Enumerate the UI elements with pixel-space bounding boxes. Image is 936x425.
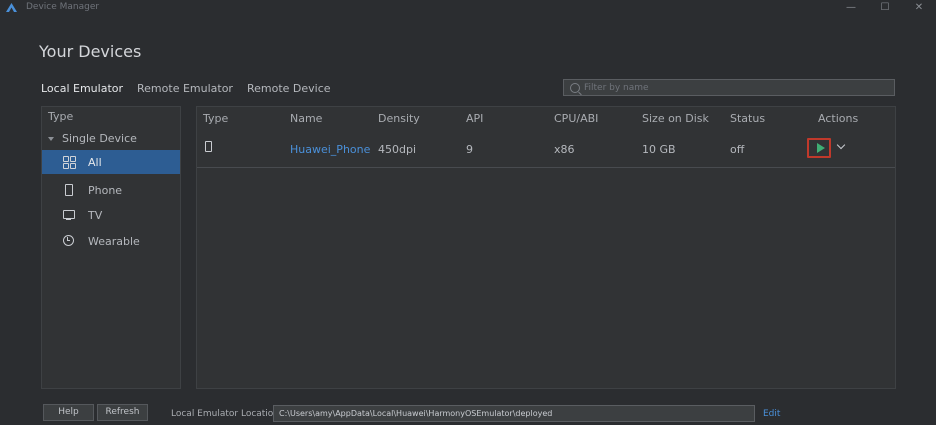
sidebar-header: Type — [48, 110, 74, 123]
device-status: off — [730, 143, 745, 156]
column-header-actions: Actions — [818, 112, 859, 125]
device-table: Type Name Density API CPU/ABI Size on Di… — [196, 106, 896, 389]
table-row[interactable]: Huawei_Phone 450dpi 9 x86 10 GB off — [197, 130, 895, 168]
device-type-sidebar: Type Single Device All Phone TV Wearable — [41, 106, 181, 389]
help-button[interactable]: Help — [43, 404, 94, 421]
location-field — [273, 405, 755, 422]
sidebar-item-phone[interactable]: Phone — [42, 178, 180, 202]
close-button[interactable]: ✕ — [902, 0, 936, 16]
column-header-size[interactable]: Size on Disk — [642, 112, 709, 125]
title-bar: Device Manager — ☐ ✕ — [0, 0, 936, 16]
maximize-button[interactable]: ☐ — [868, 0, 902, 16]
start-emulator-play-icon[interactable] — [807, 138, 831, 158]
more-actions-chevron-down-icon[interactable] — [836, 140, 846, 150]
tab-bar: Local Emulator Remote Emulator Remote De… — [41, 82, 345, 95]
collapse-triangle-icon — [48, 136, 54, 141]
device-name-link[interactable]: Huawei_Phone — [290, 143, 370, 156]
minimize-button[interactable]: — — [834, 0, 868, 16]
sidebar-group-label: Single Device — [62, 132, 137, 145]
column-header-status[interactable]: Status — [730, 112, 765, 125]
sidebar-item-label: TV — [88, 208, 103, 222]
column-header-type[interactable]: Type — [203, 112, 228, 125]
tv-icon — [62, 208, 76, 222]
column-header-name[interactable]: Name — [290, 112, 322, 125]
refresh-button[interactable]: Refresh — [97, 404, 148, 421]
device-size: 10 GB — [642, 143, 676, 156]
phone-icon — [205, 141, 212, 152]
search-box — [563, 79, 895, 96]
column-header-api[interactable]: API — [466, 112, 483, 125]
sidebar-item-label: Phone — [88, 183, 123, 197]
location-input[interactable] — [274, 406, 749, 421]
window-title: Device Manager — [26, 2, 100, 12]
phone-icon — [62, 183, 76, 197]
edit-location-link[interactable]: Edit — [763, 409, 780, 419]
sidebar-group-single-device[interactable]: Single Device — [48, 132, 137, 145]
grid-icon — [62, 155, 76, 169]
page-title: Your Devices — [39, 42, 142, 61]
sidebar-item-tv[interactable]: TV — [42, 203, 180, 227]
column-header-density[interactable]: Density — [378, 112, 420, 125]
app-logo-icon — [6, 3, 17, 12]
device-cpu: x86 — [554, 143, 575, 156]
location-label: Local Emulator Location: — [171, 409, 283, 419]
sidebar-item-all[interactable]: All — [42, 150, 180, 174]
tab-local-emulator[interactable]: Local Emulator — [41, 82, 123, 95]
tab-remote-device[interactable]: Remote Device — [247, 82, 331, 95]
search-input[interactable] — [584, 80, 884, 95]
device-api: 9 — [466, 143, 473, 156]
column-header-cpu[interactable]: CPU/ABI — [554, 112, 598, 125]
device-density: 450dpi — [378, 143, 417, 156]
sidebar-item-wearable[interactable]: Wearable — [42, 229, 180, 253]
sidebar-item-label: Wearable — [88, 234, 140, 248]
watch-icon — [62, 234, 76, 248]
sidebar-item-label: All — [88, 155, 102, 169]
tab-remote-emulator[interactable]: Remote Emulator — [137, 82, 233, 95]
search-icon — [570, 83, 580, 93]
